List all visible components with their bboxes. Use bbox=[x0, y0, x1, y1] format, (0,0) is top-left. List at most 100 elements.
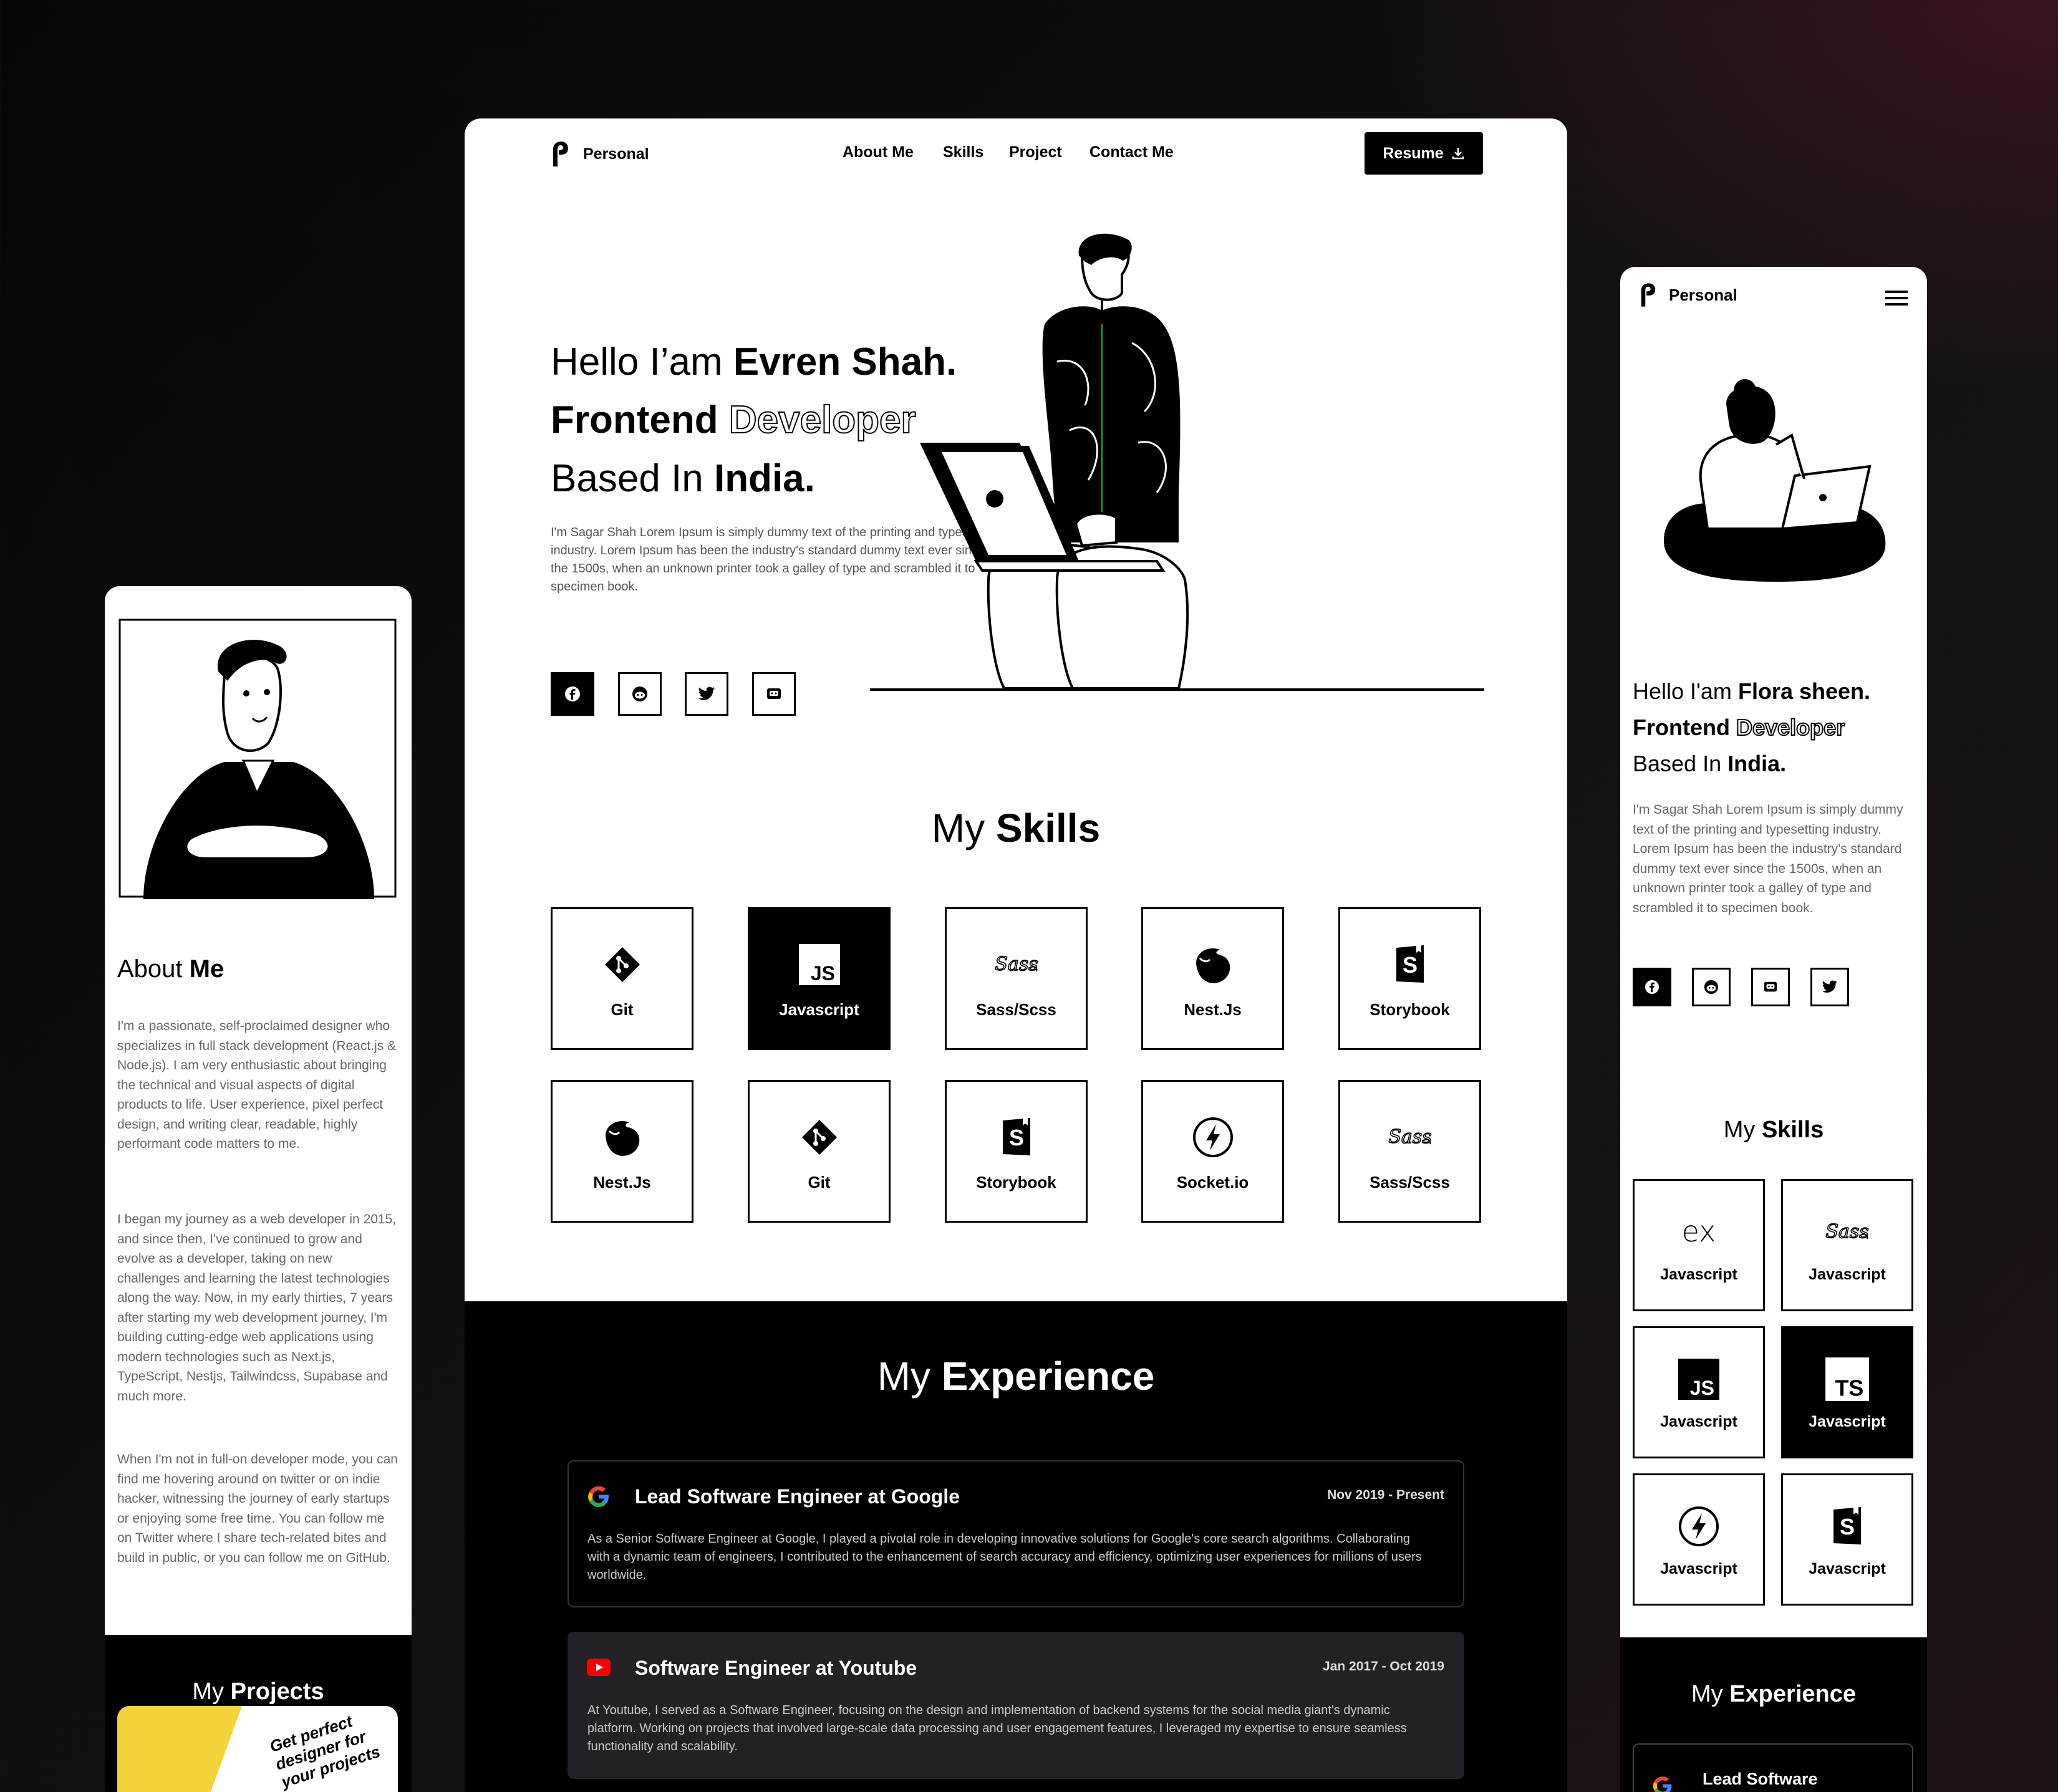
svg-text:S: S bbox=[1840, 1514, 1855, 1539]
nestjs-icon bbox=[601, 1110, 644, 1164]
brand-name: Personal bbox=[1669, 285, 1737, 304]
reddit-link[interactable] bbox=[618, 672, 662, 716]
skill-card[interactable]: Nest.Js bbox=[1141, 907, 1284, 1050]
mobile-experience-card[interactable]: Lead Software bbox=[1633, 1743, 1913, 1792]
mobile-skills-title-main: Skills bbox=[1761, 1117, 1824, 1143]
hero-line-3: Based In India. bbox=[551, 460, 815, 498]
twitter-icon bbox=[1822, 980, 1837, 993]
mobile-skill-label: Javascript bbox=[1660, 1412, 1737, 1430]
mobile-discord-link[interactable] bbox=[1751, 968, 1790, 1006]
mobile-skill-card[interactable]: S Javascript bbox=[1781, 1473, 1913, 1606]
nav-about-me[interactable]: About Me bbox=[843, 143, 914, 161]
mobile-hero-line-2: Frontend Developer bbox=[1633, 714, 1845, 741]
mobile-skill-card[interactable]: ex Javascript bbox=[1633, 1179, 1765, 1311]
experience-card-youtube[interactable]: Software Engineer at Youtube Jan 2017 - … bbox=[568, 1632, 1464, 1779]
mobile-hero-name: Flora sheen. bbox=[1737, 678, 1871, 704]
skill-card[interactable]: Git bbox=[748, 1080, 891, 1223]
svg-text:S: S bbox=[1008, 1125, 1023, 1150]
experience-title: My Experience bbox=[465, 1353, 1567, 1399]
mobile-hero-role-outline: Developer bbox=[1736, 714, 1845, 741]
mobile-hero-illustration bbox=[1664, 379, 1886, 582]
project-card[interactable]: Get perfect designer for your projects bbox=[117, 1706, 398, 1792]
mobile-experience-section: My Experience Lead Software bbox=[1620, 1637, 1927, 1792]
mobile-twitter-link[interactable] bbox=[1810, 968, 1849, 1006]
experience-description: At Youtube, I served as a Software Engin… bbox=[587, 1703, 1407, 1753]
reddit-icon bbox=[632, 686, 647, 701]
nav-project[interactable]: Project bbox=[1009, 143, 1062, 161]
skill-label: Javascript bbox=[779, 1000, 859, 1019]
skill-card[interactable]: Nest.Js bbox=[551, 1080, 693, 1223]
experience-title: Software Engineer at Youtube bbox=[635, 1657, 917, 1679]
hero-location-prefix: Based In bbox=[551, 457, 703, 500]
hero-role: Frontend bbox=[551, 398, 718, 441]
twitter-icon bbox=[698, 686, 715, 700]
mobile-hero-location-prefix: Based In bbox=[1633, 751, 1722, 776]
facebook-link[interactable] bbox=[551, 672, 594, 716]
skill-card[interactable]: Git bbox=[551, 907, 693, 1050]
resume-button[interactable]: Resume bbox=[1365, 132, 1483, 175]
experience-description: As a Senior Software Engineer at Google,… bbox=[587, 1532, 1422, 1582]
mobile-brand[interactable]: Personal bbox=[1639, 282, 1737, 308]
google-icon bbox=[588, 1486, 609, 1507]
skill-card[interactable]: Sass Sass/Scss bbox=[1338, 1080, 1481, 1223]
facebook-icon bbox=[565, 686, 580, 701]
skill-card[interactable]: JS Javascript bbox=[748, 907, 891, 1050]
discord-link[interactable] bbox=[752, 672, 796, 716]
about-title: About Me bbox=[117, 955, 224, 983]
mobile-hero-line-1: Hello I'am Flora sheen. bbox=[1633, 678, 1870, 705]
about-illustration bbox=[118, 619, 397, 899]
skill-label: Sass/Scss bbox=[1370, 1173, 1450, 1192]
svg-text:S: S bbox=[1402, 952, 1417, 978]
mobile-facebook-link[interactable] bbox=[1633, 968, 1671, 1006]
mobile-skill-card[interactable]: Javascript bbox=[1633, 1473, 1765, 1606]
hero-illustration bbox=[870, 233, 1484, 691]
about-paragraph-3: When I'm not in full-on developer mode, … bbox=[117, 1452, 398, 1565]
mobile-skills-title-prefix: My bbox=[1723, 1117, 1756, 1143]
discord-icon bbox=[1764, 981, 1777, 992]
express-icon: ex bbox=[1674, 1207, 1724, 1257]
svg-text:JS: JS bbox=[1690, 1377, 1714, 1399]
skill-card[interactable]: Sass Sass/Scss bbox=[945, 907, 1088, 1050]
skill-card[interactable]: S Storybook bbox=[945, 1080, 1088, 1223]
download-icon bbox=[1452, 148, 1464, 160]
mobile-reddit-link[interactable] bbox=[1692, 968, 1731, 1006]
skill-label: Socket.io bbox=[1176, 1173, 1249, 1192]
experience-title-prefix: My bbox=[877, 1354, 930, 1399]
hamburger-menu-icon[interactable] bbox=[1885, 289, 1908, 307]
top-nav: Personal About Me Skills Project Contact… bbox=[465, 118, 1567, 190]
svg-text:Sass: Sass bbox=[1825, 1221, 1868, 1243]
twitter-link[interactable] bbox=[685, 672, 728, 716]
nav-contact-me[interactable]: Contact Me bbox=[1089, 143, 1174, 161]
hero-greeting: Hello I’am bbox=[551, 340, 723, 383]
socketio-icon bbox=[1191, 1110, 1235, 1164]
skill-label: Sass/Scss bbox=[976, 1000, 1056, 1019]
mobile-skill-card[interactable]: TS Javascript bbox=[1781, 1326, 1913, 1458]
about-paragraph-2: I began my journey as a web developer in… bbox=[117, 1212, 397, 1404]
nav-skills[interactable]: Skills bbox=[943, 143, 983, 161]
skill-card[interactable]: Socket.io bbox=[1141, 1080, 1284, 1223]
hero-line-2: Frontend Developer bbox=[551, 398, 917, 441]
skill-label: Nest.Js bbox=[593, 1173, 651, 1192]
socketio-icon bbox=[1677, 1501, 1721, 1551]
nestjs-icon bbox=[1191, 938, 1235, 991]
google-icon bbox=[1653, 1776, 1672, 1792]
brand-name: Personal bbox=[583, 145, 649, 163]
logo-icon bbox=[1641, 283, 1656, 307]
experience-section: My Experience Lead Software Engineer at … bbox=[465, 1301, 1567, 1792]
facebook-icon bbox=[1645, 980, 1659, 995]
mobile-skill-card[interactable]: Sass Javascript bbox=[1781, 1179, 1913, 1311]
skill-card[interactable]: S Storybook bbox=[1338, 907, 1481, 1050]
experience-card-google[interactable]: Lead Software Engineer at Google Nov 201… bbox=[568, 1460, 1464, 1607]
skills-title: My Skills bbox=[465, 805, 1567, 851]
reddit-icon bbox=[1704, 980, 1719, 995]
git-icon bbox=[800, 1110, 839, 1164]
storybook-icon: S bbox=[1393, 938, 1428, 991]
brand[interactable]: Personal bbox=[551, 140, 649, 168]
mobile-skill-label: Javascript bbox=[1809, 1412, 1886, 1430]
skill-label: Storybook bbox=[1370, 1000, 1450, 1019]
experience-date: Jan 2017 - Oct 2019 bbox=[1323, 1659, 1444, 1674]
mobile-skill-card[interactable]: JS Javascript bbox=[1633, 1326, 1765, 1458]
sass-icon: Sass bbox=[1824, 1207, 1871, 1257]
experience-date: Nov 2019 - Present bbox=[1327, 1488, 1444, 1502]
svg-text:TS: TS bbox=[1835, 1375, 1863, 1400]
